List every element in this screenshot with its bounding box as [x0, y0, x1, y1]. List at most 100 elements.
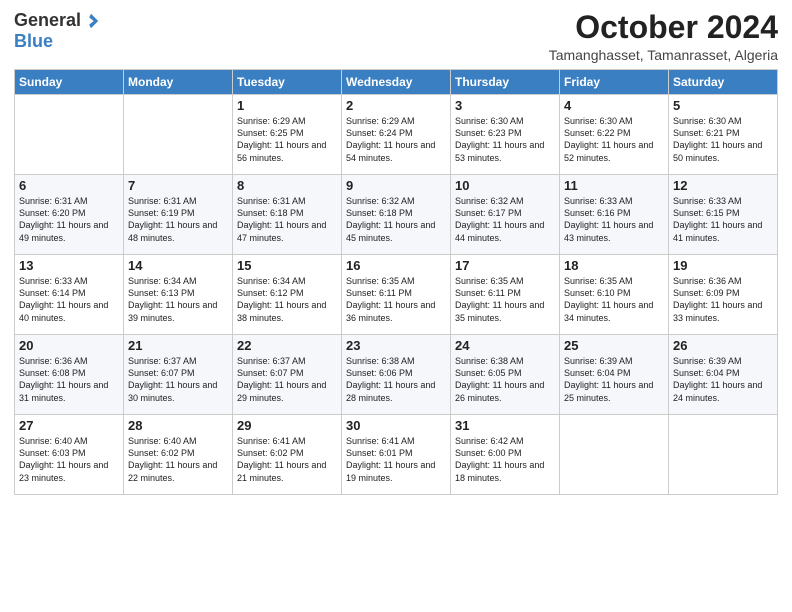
calendar-cell: 19Sunrise: 6:36 AMSunset: 6:09 PMDayligh… — [669, 255, 778, 335]
cell-info: Sunrise: 6:31 AMSunset: 6:20 PMDaylight:… — [19, 195, 119, 244]
cell-info: Sunrise: 6:41 AMSunset: 6:02 PMDaylight:… — [237, 435, 337, 484]
calendar-cell — [124, 95, 233, 175]
day-number: 26 — [673, 338, 773, 353]
cell-info: Sunrise: 6:40 AMSunset: 6:03 PMDaylight:… — [19, 435, 119, 484]
col-header-monday: Monday — [124, 70, 233, 95]
calendar-cell: 20Sunrise: 6:36 AMSunset: 6:08 PMDayligh… — [15, 335, 124, 415]
col-header-sunday: Sunday — [15, 70, 124, 95]
calendar-cell: 12Sunrise: 6:33 AMSunset: 6:15 PMDayligh… — [669, 175, 778, 255]
day-number: 18 — [564, 258, 664, 273]
logo-icon — [82, 12, 100, 30]
cell-info: Sunrise: 6:31 AMSunset: 6:18 PMDaylight:… — [237, 195, 337, 244]
day-number: 31 — [455, 418, 555, 433]
day-number: 7 — [128, 178, 228, 193]
day-number: 1 — [237, 98, 337, 113]
calendar-cell: 27 Sunrise: 6:40 AMSunset: 6:03 PMDayligh… — [15, 415, 124, 495]
calendar-cell: 15Sunrise: 6:34 AMSunset: 6:12 PMDayligh… — [233, 255, 342, 335]
cell-info: Sunrise: 6:32 AMSunset: 6:18 PMDaylight:… — [346, 195, 446, 244]
calendar-cell: 5Sunrise: 6:30 AMSunset: 6:21 PMDaylight… — [669, 95, 778, 175]
cell-info: Sunrise: 6:39 AMSunset: 6:04 PMDaylight:… — [673, 355, 773, 404]
col-header-tuesday: Tuesday — [233, 70, 342, 95]
calendar-cell: 22 Sunrise: 6:37 AMSunset: 6:07 PMDayligh… — [233, 335, 342, 415]
day-number: 29 — [237, 418, 337, 433]
calendar-cell: 1 Sunrise: 6:29 AMSunset: 6:25 PMDaylight… — [233, 95, 342, 175]
day-number: 11 — [564, 178, 664, 193]
calendar-cell: 26 Sunrise: 6:39 AMSunset: 6:04 PMDayligh… — [669, 335, 778, 415]
cell-info: Sunrise: 6:41 AMSunset: 6:01 PMDaylight:… — [346, 435, 446, 484]
col-header-friday: Friday — [560, 70, 669, 95]
day-number: 12 — [673, 178, 773, 193]
calendar-cell: 28 Sunrise: 6:40 AMSunset: 6:02 PMDayligh… — [124, 415, 233, 495]
day-number: 15 — [237, 258, 337, 273]
calendar-cell: 18Sunrise: 6:35 AMSunset: 6:10 PMDayligh… — [560, 255, 669, 335]
page: General Blue October 2024 Tamanghasset, … — [0, 0, 792, 612]
calendar-cell: 10 Sunrise: 6:32 AMSunset: 6:17 PMDayligh… — [451, 175, 560, 255]
day-number: 14 — [128, 258, 228, 273]
header: General Blue October 2024 Tamanghasset, … — [14, 10, 778, 63]
logo-general: General — [14, 10, 81, 31]
cell-info: Sunrise: 6:32 AMSunset: 6:17 PMDaylight:… — [455, 195, 555, 244]
day-number: 6 — [19, 178, 119, 193]
day-number: 8 — [237, 178, 337, 193]
calendar-cell: 23 Sunrise: 6:38 AMSunset: 6:06 PMDayligh… — [342, 335, 451, 415]
logo: General Blue — [14, 10, 100, 52]
day-number: 17 — [455, 258, 555, 273]
calendar-cell: 21 Sunrise: 6:37 AMSunset: 6:07 PMDayligh… — [124, 335, 233, 415]
cell-info: Sunrise: 6:31 AMSunset: 6:19 PMDaylight:… — [128, 195, 228, 244]
calendar-cell: 7 Sunrise: 6:31 AMSunset: 6:19 PMDaylight… — [124, 175, 233, 255]
calendar-cell: 16Sunrise: 6:35 AMSunset: 6:11 PMDayligh… — [342, 255, 451, 335]
calendar-cell — [15, 95, 124, 175]
day-number: 2 — [346, 98, 446, 113]
day-number: 5 — [673, 98, 773, 113]
cell-info: Sunrise: 6:33 AMSunset: 6:14 PMDaylight:… — [19, 275, 119, 324]
cell-info: Sunrise: 6:29 AMSunset: 6:25 PMDaylight:… — [237, 115, 337, 164]
calendar-table: SundayMondayTuesdayWednesdayThursdayFrid… — [14, 69, 778, 495]
calendar-cell: 30 Sunrise: 6:41 AMSunset: 6:01 PMDayligh… — [342, 415, 451, 495]
day-number: 22 — [237, 338, 337, 353]
calendar-cell — [560, 415, 669, 495]
cell-info: Sunrise: 6:33 AMSunset: 6:16 PMDaylight:… — [564, 195, 664, 244]
day-number: 19 — [673, 258, 773, 273]
day-number: 16 — [346, 258, 446, 273]
cell-info: Sunrise: 6:42 AMSunset: 6:00 PMDaylight:… — [455, 435, 555, 484]
day-number: 10 — [455, 178, 555, 193]
day-number: 20 — [19, 338, 119, 353]
day-number: 30 — [346, 418, 446, 433]
col-header-thursday: Thursday — [451, 70, 560, 95]
week-row-4: 27 Sunrise: 6:40 AMSunset: 6:03 PMDayligh… — [15, 415, 778, 495]
calendar-cell: 14 Sunrise: 6:34 AMSunset: 6:13 PMDayligh… — [124, 255, 233, 335]
month-title: October 2024 — [549, 10, 778, 45]
calendar-cell: 8 Sunrise: 6:31 AMSunset: 6:18 PMDaylight… — [233, 175, 342, 255]
col-header-wednesday: Wednesday — [342, 70, 451, 95]
calendar-cell: 25Sunrise: 6:39 AMSunset: 6:04 PMDayligh… — [560, 335, 669, 415]
day-number: 21 — [128, 338, 228, 353]
cell-info: Sunrise: 6:34 AMSunset: 6:13 PMDaylight:… — [128, 275, 228, 324]
cell-info: Sunrise: 6:29 AMSunset: 6:24 PMDaylight:… — [346, 115, 446, 164]
day-number: 27 — [19, 418, 119, 433]
calendar-cell: 9 Sunrise: 6:32 AMSunset: 6:18 PMDaylight… — [342, 175, 451, 255]
day-number: 23 — [346, 338, 446, 353]
calendar-cell: 2 Sunrise: 6:29 AMSunset: 6:24 PMDaylight… — [342, 95, 451, 175]
day-number: 13 — [19, 258, 119, 273]
cell-info: Sunrise: 6:40 AMSunset: 6:02 PMDaylight:… — [128, 435, 228, 484]
day-number: 3 — [455, 98, 555, 113]
title-block: October 2024 Tamanghasset, Tamanrasset, … — [549, 10, 778, 63]
cell-info: Sunrise: 6:35 AMSunset: 6:11 PMDaylight:… — [455, 275, 555, 324]
day-number: 28 — [128, 418, 228, 433]
cell-info: Sunrise: 6:39 AMSunset: 6:04 PMDaylight:… — [564, 355, 664, 404]
calendar-cell: 13 Sunrise: 6:33 AMSunset: 6:14 PMDayligh… — [15, 255, 124, 335]
calendar-cell: 3Sunrise: 6:30 AMSunset: 6:23 PMDaylight… — [451, 95, 560, 175]
cell-info: Sunrise: 6:37 AMSunset: 6:07 PMDaylight:… — [237, 355, 337, 404]
calendar-header-row: SundayMondayTuesdayWednesdayThursdayFrid… — [15, 70, 778, 95]
week-row-3: 20Sunrise: 6:36 AMSunset: 6:08 PMDayligh… — [15, 335, 778, 415]
calendar-cell — [669, 415, 778, 495]
day-number: 9 — [346, 178, 446, 193]
cell-info: Sunrise: 6:37 AMSunset: 6:07 PMDaylight:… — [128, 355, 228, 404]
calendar-cell: 6 Sunrise: 6:31 AMSunset: 6:20 PMDaylight… — [15, 175, 124, 255]
cell-info: Sunrise: 6:38 AMSunset: 6:06 PMDaylight:… — [346, 355, 446, 404]
col-header-saturday: Saturday — [669, 70, 778, 95]
calendar-cell: 24Sunrise: 6:38 AMSunset: 6:05 PMDayligh… — [451, 335, 560, 415]
calendar-cell: 17 Sunrise: 6:35 AMSunset: 6:11 PMDayligh… — [451, 255, 560, 335]
location: Tamanghasset, Tamanrasset, Algeria — [549, 47, 778, 63]
week-row-2: 13 Sunrise: 6:33 AMSunset: 6:14 PMDayligh… — [15, 255, 778, 335]
